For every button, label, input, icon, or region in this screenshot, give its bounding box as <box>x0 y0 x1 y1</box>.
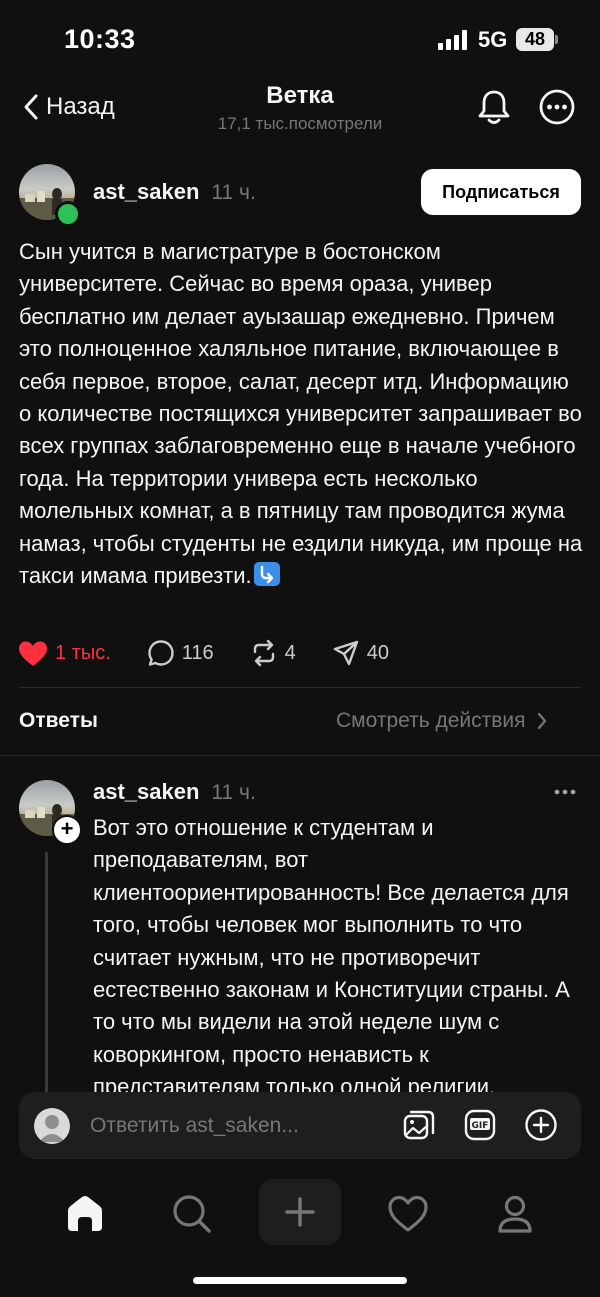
divider <box>0 755 600 756</box>
heart-filled-icon <box>19 641 47 666</box>
view-actions-link[interactable]: Смотреть действия <box>336 709 548 733</box>
comment-count: 116 <box>181 641 214 664</box>
share-button[interactable]: 40 <box>332 639 389 667</box>
more-dots-icon[interactable] <box>553 780 577 804</box>
home-indicator <box>193 1277 407 1284</box>
reply-time: 11 ч. <box>211 781 256 804</box>
follow-plus-icon[interactable]: + <box>52 815 82 845</box>
user-silhouette-icon <box>39 1115 65 1142</box>
composer-avatar <box>34 1108 70 1144</box>
gallery-icon[interactable] <box>402 1108 436 1142</box>
like-count: 1 тыс. <box>55 641 111 664</box>
subscribe-button[interactable]: Подписаться <box>421 169 581 215</box>
send-icon <box>333 640 358 666</box>
activity-heart-icon[interactable] <box>386 1192 430 1236</box>
create-icon <box>285 1197 315 1227</box>
repost-button[interactable]: 4 <box>250 639 296 667</box>
down-right-arrow-emoji-icon <box>253 562 280 587</box>
post-actions: 1 тыс. 116 4 40 <box>18 636 425 670</box>
answers-label: Ответы <box>19 709 98 732</box>
online-status-dot <box>55 201 81 227</box>
post-author-row: ast_saken 11 ч. <box>93 179 256 205</box>
reply-input[interactable] <box>88 1104 382 1148</box>
more-icon[interactable] <box>538 88 576 126</box>
post-username[interactable]: ast_saken <box>93 179 199 205</box>
profile-icon[interactable] <box>493 1192 537 1236</box>
repost-count: 4 <box>284 641 296 664</box>
repost-icon <box>253 639 274 667</box>
comment-button[interactable]: 116 <box>147 639 214 667</box>
svg-text:GIF: GIF <box>472 1121 489 1131</box>
thread-line <box>45 852 48 1100</box>
view-actions-label: Смотреть действия <box>336 709 526 732</box>
reply-author-row: ast_saken 11 ч. <box>93 779 256 805</box>
reply-username[interactable]: ast_saken <box>93 779 199 805</box>
search-icon[interactable] <box>170 1192 214 1236</box>
post-body: Сын учится в магистратуре в бостонском у… <box>19 239 583 589</box>
gif-icon[interactable]: GIF <box>463 1108 497 1142</box>
bell-icon[interactable] <box>476 88 512 126</box>
add-icon[interactable] <box>524 1108 558 1142</box>
comment-icon <box>148 640 174 666</box>
share-count: 40 <box>366 641 390 664</box>
network-type: 5G <box>478 27 508 52</box>
battery-icon: 48 <box>516 28 554 51</box>
divider <box>19 687 581 688</box>
create-button[interactable] <box>259 1179 341 1245</box>
chevron-right-icon <box>537 712 546 730</box>
home-icon[interactable] <box>63 1192 107 1236</box>
battery-tip <box>555 35 558 44</box>
cellular-signal-icon <box>438 30 467 50</box>
like-button[interactable]: 1 тыс. <box>18 640 111 667</box>
post-time: 11 ч. <box>211 181 256 204</box>
reply-text: Вот это отношение к студентам и преподав… <box>93 815 570 1100</box>
status-time: 10:33 <box>64 24 136 54</box>
post-text: Сын учится в магистратуре в бостонском у… <box>19 236 584 592</box>
